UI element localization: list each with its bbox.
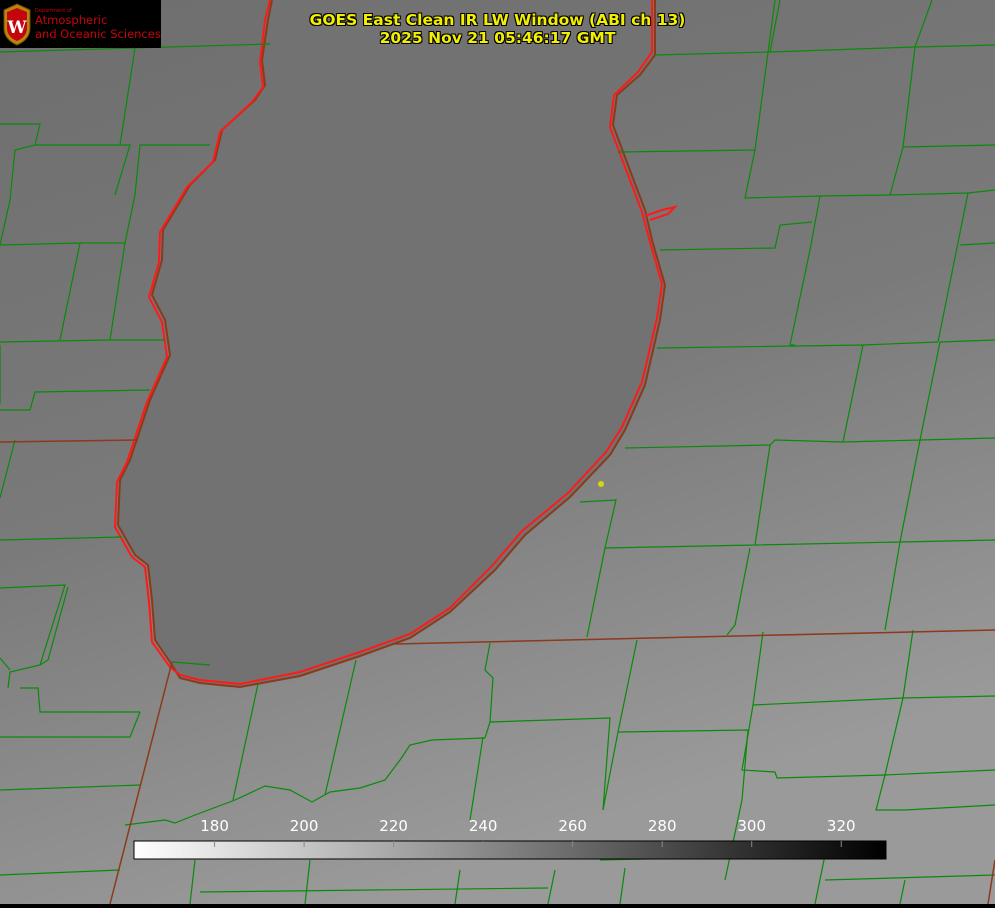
station-marker — [598, 481, 604, 487]
colorbar-tick-label: 180 — [200, 817, 229, 835]
colorbar-tick-label: 220 — [379, 817, 408, 835]
colorbar-tick-label: 260 — [558, 817, 587, 835]
image-title: GOES East Clean IR LW Window (ABI ch 13) — [309, 11, 686, 29]
colorbar-tick-label: 200 — [290, 817, 319, 835]
colorbar-tick-label: 300 — [737, 817, 766, 835]
image-timestamp: 2025 Nov 21 05:46:17 GMT — [379, 29, 616, 47]
satellite-image-map: 180 200 220 240 260 280 300 320 — [0, 0, 995, 905]
colorbar-tick-label: 280 — [648, 817, 677, 835]
colorbar-gradient — [133, 840, 887, 860]
colorbar-tick-label: 320 — [827, 817, 856, 835]
colorbar-tick-label: 240 — [469, 817, 498, 835]
